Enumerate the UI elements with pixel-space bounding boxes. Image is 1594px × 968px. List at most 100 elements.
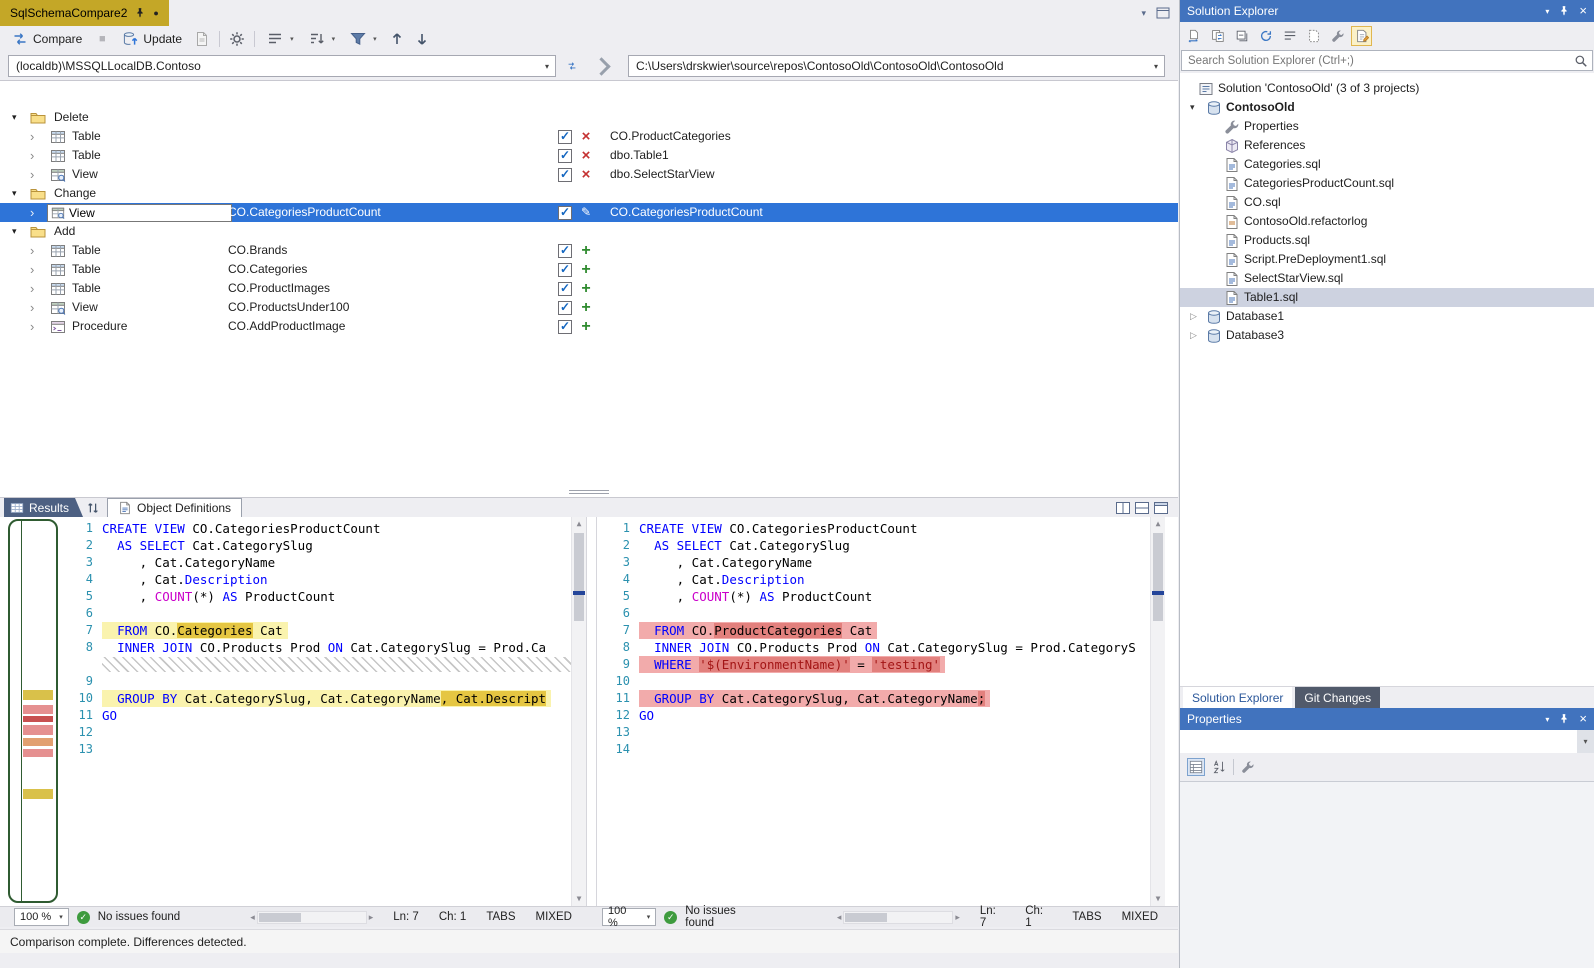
chevron-collapsed-icon[interactable]: › xyxy=(30,165,34,184)
properties-icon[interactable] xyxy=(1327,26,1348,46)
generate-script-icon[interactable] xyxy=(191,29,213,49)
switch-views-icon[interactable] xyxy=(1183,26,1204,46)
include-checkbox[interactable] xyxy=(558,149,572,163)
show-all-files-icon[interactable] xyxy=(1303,26,1324,46)
tree-item-contosoold[interactable]: ▾ContosoOld xyxy=(1180,98,1594,117)
tab-solution-explorer[interactable]: Solution Explorer xyxy=(1183,687,1292,709)
tree-item-selectstarview-sql[interactable]: SelectStarView.sql xyxy=(1180,269,1594,288)
chevron-collapsed-icon[interactable]: › xyxy=(30,298,34,317)
left-horizontal-scrollbar[interactable]: ◂ ▸ xyxy=(250,911,373,924)
split-vertical-icon[interactable] xyxy=(1116,501,1130,515)
inline-view-icon[interactable] xyxy=(1154,501,1168,515)
compare-row-CO.ProductsUnder100[interactable]: ›ViewCO.ProductsUnder100+ xyxy=(0,298,1178,317)
options-gear-icon[interactable] xyxy=(226,29,248,49)
target-code-pane[interactable]: 1CREATE VIEW CO.CategoriesProductCount2 … xyxy=(596,517,1165,906)
previous-difference-icon[interactable] xyxy=(386,29,408,49)
compare-row-CO.ProductImages[interactable]: ›TableCO.ProductImages+ xyxy=(0,279,1178,298)
sort-results-button[interactable]: ▾ xyxy=(303,29,342,49)
chevron-collapsed-icon[interactable]: › xyxy=(30,260,34,279)
scroll-left-icon[interactable]: ◂ xyxy=(250,912,255,923)
update-button[interactable]: Update xyxy=(116,29,188,49)
source-dropdown[interactable]: (localdb)\MSSQLLocalDB.Contoso ▾ xyxy=(8,55,556,77)
compare-row-CO.Brands[interactable]: ›TableCO.Brands+ xyxy=(0,241,1178,260)
chevron-collapsed-icon[interactable]: › xyxy=(30,146,34,165)
tab-git-changes[interactable]: Git Changes xyxy=(1295,687,1380,709)
group-row-change[interactable]: ▾Change xyxy=(0,184,1178,203)
scroll-right-icon[interactable]: ▸ xyxy=(955,912,960,923)
chevron-collapsed-icon[interactable]: ▷ xyxy=(1190,326,1197,345)
pin-icon[interactable] xyxy=(134,7,146,19)
chevron-collapsed-icon[interactable]: › xyxy=(30,317,34,336)
tree-item-references[interactable]: References xyxy=(1180,136,1594,155)
include-checkbox[interactable] xyxy=(558,282,572,296)
tree-item-contosoold-refactorlog[interactable]: ContosoOld.refactorlog xyxy=(1180,212,1594,231)
scrollbar-track[interactable] xyxy=(843,911,953,924)
close-icon[interactable]: × xyxy=(1579,5,1587,17)
target-dropdown[interactable]: C:\Users\drskwier\source\repos\ContosoOl… xyxy=(628,55,1165,77)
switch-direction-button[interactable] xyxy=(561,56,583,76)
group-row-add[interactable]: ▾Add xyxy=(0,222,1178,241)
right-horizontal-scrollbar[interactable]: ◂ ▸ xyxy=(837,911,960,924)
scrollbar-thumb[interactable] xyxy=(259,913,301,922)
include-checkbox[interactable] xyxy=(558,301,572,315)
refresh-icon[interactable] xyxy=(1255,26,1276,46)
chevron-collapsed-icon[interactable]: › xyxy=(30,241,34,260)
collapse-all-icon[interactable] xyxy=(1231,26,1252,46)
include-checkbox[interactable] xyxy=(558,168,572,182)
include-checkbox[interactable] xyxy=(558,206,572,220)
group-row-delete[interactable]: ▾Delete xyxy=(0,108,1178,127)
window-menu-chevron-icon[interactable]: ▾ xyxy=(1545,715,1549,724)
solution-explorer-header[interactable]: Solution Explorer ▾ × xyxy=(1180,0,1594,22)
close-icon[interactable]: × xyxy=(1579,713,1587,725)
scroll-right-icon[interactable]: ▸ xyxy=(369,912,374,923)
chevron-collapsed-icon[interactable]: › xyxy=(30,127,34,146)
tree-item-categoriesproductcount-sql[interactable]: CategoriesProductCount.sql xyxy=(1180,174,1594,193)
next-difference-icon[interactable] xyxy=(411,29,433,49)
preview-selected-items-icon[interactable] xyxy=(1351,26,1372,46)
tree-item-script-predeployment1-sql[interactable]: Script.PreDeployment1.sql xyxy=(1180,250,1594,269)
left-vertical-scrollbar[interactable]: ▲ ▼ xyxy=(571,517,586,906)
scrollbar-thumb[interactable] xyxy=(1153,533,1163,621)
chevron-collapsed-icon[interactable]: › xyxy=(30,203,34,222)
include-checkbox[interactable] xyxy=(558,263,572,277)
include-checkbox[interactable] xyxy=(558,130,572,144)
tree-item-database1[interactable]: ▷Database1 xyxy=(1180,307,1594,326)
zoom-select[interactable]: 100 % ▾ xyxy=(14,908,69,926)
float-window-icon[interactable] xyxy=(1156,6,1170,20)
pin-icon[interactable] xyxy=(1558,5,1570,17)
right-vertical-scrollbar[interactable]: ▲ ▼ xyxy=(1150,517,1165,906)
compare-row-dbo.SelectStarView[interactable]: ›View×dbo.SelectStarView xyxy=(0,165,1178,184)
chevron-expanded-icon[interactable]: ▾ xyxy=(12,184,17,203)
scrollbar-track[interactable] xyxy=(257,911,367,924)
chevron-expanded-icon[interactable]: ▾ xyxy=(1190,98,1195,117)
compare-row-dbo.Table1[interactable]: ›Table×dbo.Table1 xyxy=(0,146,1178,165)
categorized-view-icon[interactable] xyxy=(1187,758,1205,776)
pin-icon[interactable] xyxy=(1558,713,1570,725)
alphabetical-sort-icon[interactable] xyxy=(1212,760,1226,774)
tree-item-solution-contosoold-3-of-3-projects-[interactable]: Solution 'ContosoOld' (3 of 3 projects) xyxy=(1180,79,1594,98)
properties-header[interactable]: Properties ▾ × xyxy=(1180,708,1594,730)
tree-item-database3[interactable]: ▷Database3 xyxy=(1180,326,1594,345)
horizontal-splitter[interactable] xyxy=(569,490,609,496)
document-list-chevron-icon[interactable]: ▾ xyxy=(1141,8,1146,19)
scroll-left-icon[interactable]: ◂ xyxy=(837,912,842,923)
compare-row-CO.Categories[interactable]: ›TableCO.Categories+ xyxy=(0,260,1178,279)
solution-explorer-search[interactable]: Search Solution Explorer (Ctrl+;) xyxy=(1181,50,1593,71)
scroll-down-icon[interactable]: ▼ xyxy=(572,892,586,906)
zoom-select[interactable]: 100 % ▾ xyxy=(602,908,656,926)
include-checkbox[interactable] xyxy=(558,244,572,258)
compare-row-CO.ProductCategories[interactable]: ›Table×CO.ProductCategories xyxy=(0,127,1178,146)
compare-row-CO.CategoriesProductCount[interactable]: ›ViewCO.CategoriesProductCount✎CO.Catego… xyxy=(0,203,1178,222)
tab-object-definitions[interactable]: Object Definitions xyxy=(107,498,242,517)
tab-results[interactable]: Results xyxy=(4,498,83,517)
document-tab[interactable]: SqlSchemaCompare2 ● xyxy=(0,0,169,26)
properties-object-dropdown[interactable]: ▾ xyxy=(1180,730,1594,754)
nest-files-icon[interactable] xyxy=(1279,26,1300,46)
chevron-expanded-icon[interactable]: ▾ xyxy=(12,222,17,241)
filter-results-button[interactable]: ▾ xyxy=(344,29,383,49)
compare-row-CO.AddProductImage[interactable]: ›ProcedureCO.AddProductImage+ xyxy=(0,317,1178,336)
compare-button[interactable]: Compare xyxy=(6,29,88,49)
diff-overview-strip[interactable] xyxy=(8,519,58,903)
window-menu-chevron-icon[interactable]: ▾ xyxy=(1545,7,1549,16)
include-checkbox[interactable] xyxy=(558,320,572,334)
